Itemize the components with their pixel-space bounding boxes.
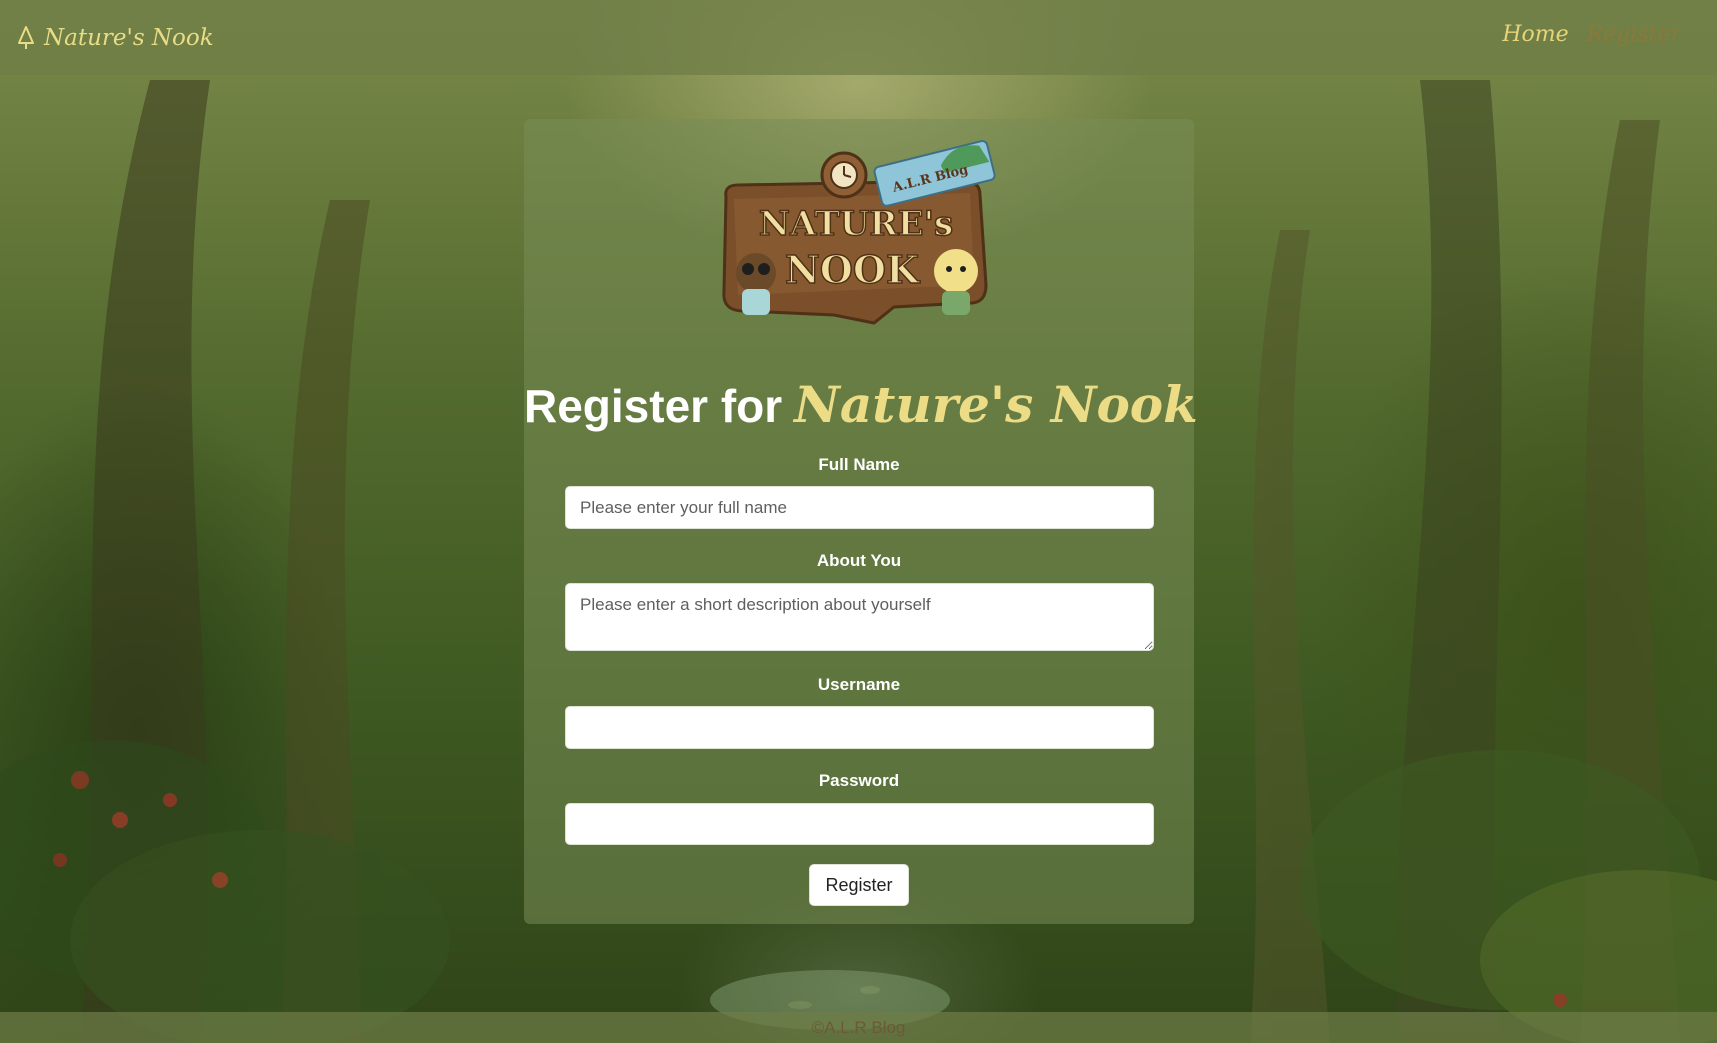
footer-copyright: ©A.L.R Blog: [811, 1018, 906, 1037]
brand-link[interactable]: Nature's Nook: [16, 20, 214, 56]
page-title-prefix: Register for: [524, 380, 783, 433]
logo-line-1: NATURE's: [759, 204, 953, 244]
raccoon-character-icon: [736, 253, 776, 315]
password-input[interactable]: [565, 803, 1154, 845]
page-title-emphasis: Nature's Nook: [794, 375, 1198, 435]
brand-text: Nature's Nook: [44, 25, 214, 51]
about-label: About You: [816, 551, 902, 570]
top-navbar: Nature's Nook Home Register: [0, 0, 1717, 75]
register-card: A.L.R Blog NATURE's NOOK Register for Nat…: [524, 119, 1198, 924]
site-logo: A.L.R Blog NATURE's NOOK: [722, 140, 996, 325]
logo-line-2: NOOK: [785, 247, 921, 292]
full-name-input[interactable]: [565, 486, 1154, 529]
register-button[interactable]: Register: [809, 864, 909, 906]
about-textarea[interactable]: [565, 583, 1154, 651]
page-title: Register for Nature's Nook: [524, 375, 1198, 434]
tree-icon: [16, 25, 36, 51]
nav-links: Home Register: [1502, 22, 1681, 47]
username-label: Username: [817, 675, 901, 694]
full-name-label: Full Name: [818, 455, 900, 474]
password-label: Password: [818, 771, 900, 790]
footer: ©A.L.R Blog: [0, 1012, 1717, 1043]
nav-home-link[interactable]: Home: [1502, 22, 1568, 47]
username-input[interactable]: [565, 706, 1154, 749]
nav-register-link[interactable]: Register: [1587, 22, 1681, 47]
